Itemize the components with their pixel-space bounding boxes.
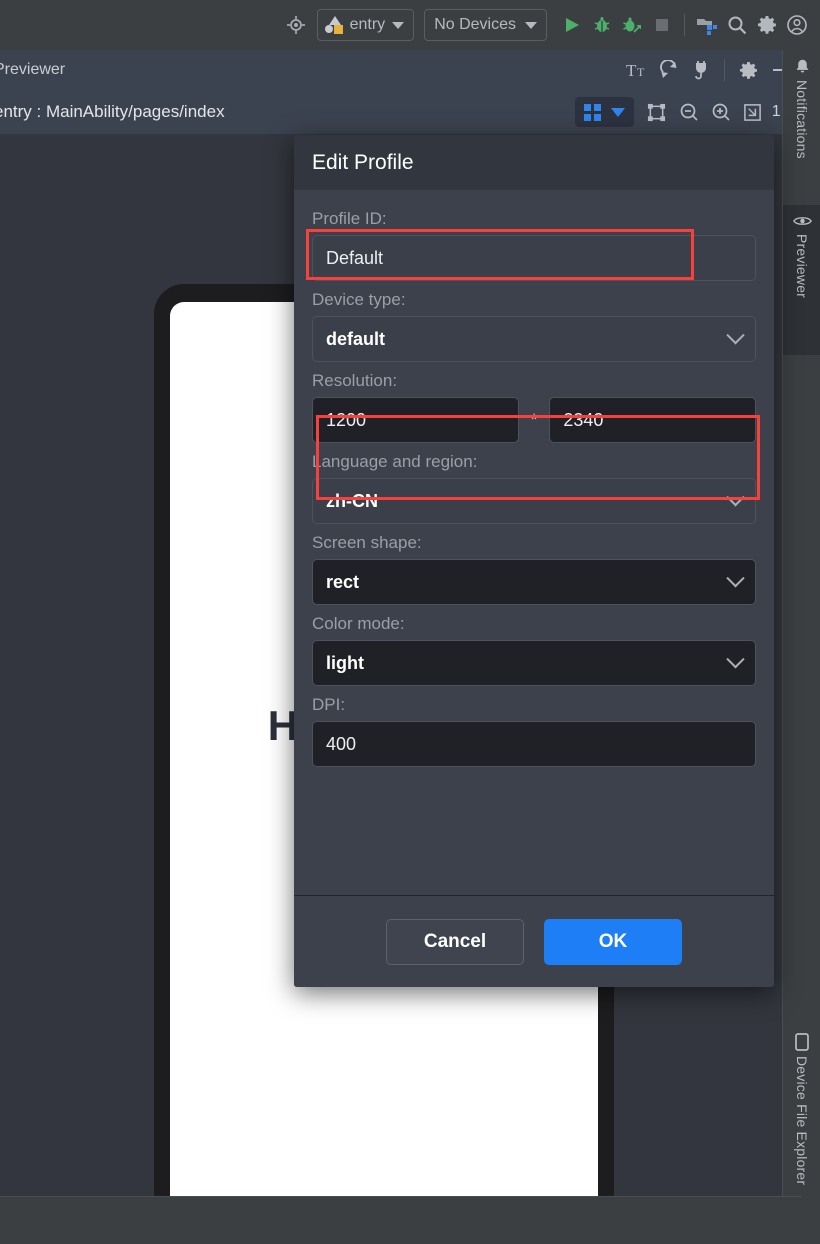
language-dropdown[interactable]: zh-CN [312,478,756,524]
resolution-height-value: 2340 [563,409,604,430]
stop-button[interactable] [647,10,677,40]
gear-icon[interactable] [752,10,782,40]
plug-icon[interactable] [685,55,717,85]
gear-icon[interactable] [732,55,764,85]
device-selector[interactable]: No Devices [424,9,547,41]
preview-toolbar-actions: 1:1 [574,97,802,127]
fit-screen-icon[interactable] [738,97,768,127]
profile-id-label: Profile ID: [312,209,387,228]
device-selector-label: No Devices [434,16,516,33]
account-icon[interactable] [782,10,812,40]
zoom-in-icon[interactable] [706,97,736,127]
chevron-down-icon [726,487,745,506]
run-configuration-label: entry [349,16,386,33]
sidebar-item-label: Previewer [794,234,810,299]
sidebar-item-notifications[interactable]: Notifications [783,50,820,200]
device-type-dropdown[interactable]: default [312,316,756,362]
resolution-label: Resolution: [312,371,398,390]
resolution-width-value: 1200 [326,409,367,430]
run-configuration-selector[interactable]: entry [316,9,415,41]
svg-text:T: T [626,61,637,80]
color-mode-value: light [326,652,364,673]
sidebar-item-label: Device File Explorer [794,1056,810,1186]
chevron-down-icon [610,107,625,117]
search-icon[interactable] [722,10,752,40]
tool-window-actions: T T [621,55,802,85]
sidebar-item-device-file-explorer[interactable]: Device File Explorer [783,1025,820,1225]
preview-toolbar: entry : MainAbility/pages/index [0,90,802,134]
dialog-footer: Cancel OK [294,895,774,987]
chevron-down-icon [525,21,537,29]
preview-mode-selector[interactable] [574,97,634,127]
ide-window: entry No Devices Previewer T T entry: M… [0,0,820,1244]
tool-window-divider [724,59,725,81]
attach-debugger-button[interactable] [617,10,647,40]
debug-button[interactable] [587,10,617,40]
bell-icon [796,59,808,73]
frame-icon[interactable] [642,97,672,127]
sidebar-item-previewer[interactable]: Previewer [783,205,820,355]
eye-icon [792,217,812,225]
resolution-height-input[interactable]: 2340 [549,397,756,443]
device-icon [795,1033,809,1051]
screen-shape-value: rect [326,571,360,592]
device-type-label: Device type: [312,290,406,309]
right-tool-strip: Notifications Previewer Device File Expl… [782,50,820,1244]
chevron-down-icon [726,568,745,587]
resolution-separator: * [530,410,538,429]
cancel-button[interactable]: Cancel [386,918,524,965]
dialog-body: Profile ID: Default Device type: default… [294,190,774,895]
profile-id-input[interactable]: Default [312,235,756,281]
dpi-value: 400 [326,733,357,754]
resolution-width-input[interactable]: 1200 [312,397,519,443]
screen-shape-label: Screen shape: [312,533,422,552]
previewer-tool-window-header: Previewer T T [0,50,802,90]
color-mode-dropdown[interactable]: light [312,640,756,686]
zoom-out-icon[interactable] [674,97,704,127]
dialog-title: Edit Profile [312,150,414,174]
chevron-down-icon [726,649,745,668]
device-type-value: default [326,328,386,349]
svg-text:T: T [637,65,645,79]
module-icon [324,16,343,34]
language-label: Language and region: [312,452,478,471]
ok-button[interactable]: OK [544,918,682,965]
toolbar-divider [684,14,685,36]
screen-shape-dropdown[interactable]: rect [312,559,756,605]
color-mode-label: Color mode: [312,614,405,633]
preview-path-label: entry : MainAbility/pages/index [0,102,225,121]
chevron-down-icon [392,21,405,29]
multi-preview-icon [583,103,601,121]
ide-toolbar: entry No Devices [0,0,820,50]
target-icon[interactable] [281,10,311,40]
chevron-down-icon [726,325,745,344]
sidebar-item-label: Notifications [794,80,810,159]
status-bar [0,1196,802,1244]
dialog-title-bar: Edit Profile [294,135,774,190]
language-value: zh-CN [326,490,378,511]
profile-id-value: Default [326,247,384,268]
text-size-icon[interactable]: T T [621,55,653,85]
refresh-icon[interactable] [653,55,685,85]
run-button[interactable] [557,10,587,40]
dpi-label: DPI: [312,695,346,714]
edit-profile-dialog: Edit Profile Profile ID: Default Device … [294,135,774,987]
resolution-row: 1200 * 2340 [312,397,756,443]
dpi-input[interactable]: 400 [312,721,756,767]
tool-window-title: Previewer [0,61,66,78]
device-manager-button[interactable] [692,10,722,40]
